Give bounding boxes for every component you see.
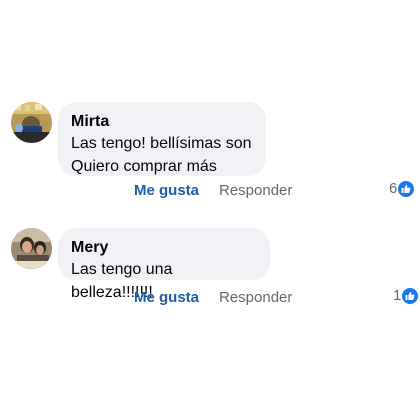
comment-text-line: Las tengo! bellísimas son <box>71 135 252 152</box>
avatar-photo-icon <box>11 228 52 269</box>
comment-bubble: Mirta Las tengo! bellísimas son Quiero c… <box>58 102 266 176</box>
reaction-count: 6 <box>389 180 398 197</box>
like-icon <box>402 287 419 304</box>
avatar[interactable] <box>11 228 52 269</box>
reply-button[interactable]: Responder <box>219 289 292 306</box>
reaction-count: 1 <box>393 287 402 304</box>
like-icon <box>398 180 415 197</box>
avatar[interactable] <box>11 102 52 143</box>
comment-bubble: Mery Las tengo una belleza!!!!!!! <box>58 228 270 301</box>
reply-button[interactable]: Responder <box>219 182 292 199</box>
comment-author[interactable]: Mery <box>71 237 256 258</box>
avatar-photo-icon <box>11 102 52 143</box>
reaction-summary[interactable]: 1 <box>393 287 419 304</box>
comment-text-line: Quiero comprar más <box>71 158 217 175</box>
reaction-summary[interactable]: 6 <box>389 180 415 197</box>
comment-author[interactable]: Mirta <box>71 111 252 132</box>
like-button[interactable]: Me gusta <box>134 182 199 199</box>
like-button[interactable]: Me gusta <box>134 289 199 306</box>
